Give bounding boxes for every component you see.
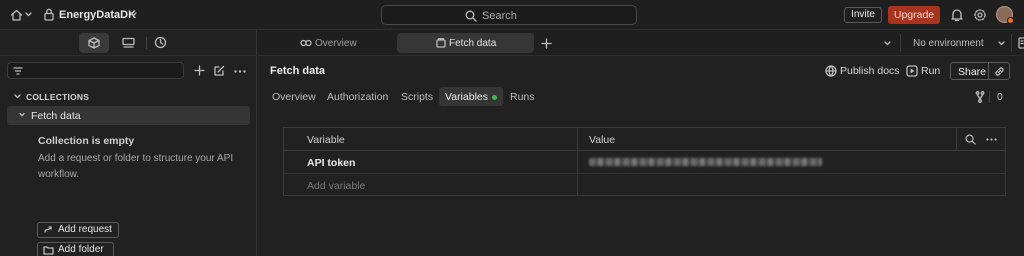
redacted-value[interactable]	[589, 158, 822, 166]
cube-icon	[88, 37, 100, 49]
chevron-down-icon[interactable]	[25, 12, 32, 17]
divider	[988, 63, 989, 79]
tab-label: Fetch data	[449, 38, 497, 49]
search-bar[interactable]: Search	[381, 5, 637, 25]
add-variable-input[interactable]: Add variable	[307, 180, 365, 192]
publish-docs-button[interactable]: Publish docs	[840, 65, 900, 77]
tab-collections[interactable]	[79, 33, 109, 53]
tab-overview[interactable]: Overview	[300, 35, 378, 51]
divider	[146, 37, 147, 49]
environment-chevron-icon[interactable]	[998, 41, 1005, 46]
subtab-authorization[interactable]: Authorization	[327, 91, 388, 103]
globe-icon	[825, 65, 837, 77]
divider	[900, 34, 901, 52]
header-value: Value	[589, 134, 616, 146]
run-button[interactable]: Run	[921, 65, 940, 77]
subtab-variables[interactable]: Variables	[439, 87, 503, 106]
fork-icon[interactable]	[975, 91, 985, 103]
empty-state-description: Add a request or folder to structure you…	[38, 153, 234, 180]
link-icon[interactable]	[994, 66, 1005, 77]
add-folder-button[interactable]: Add folder	[37, 242, 114, 256]
plus-icon[interactable]	[194, 65, 205, 76]
column-divider	[577, 128, 578, 195]
top-bar: EnergyDataDK Search Invite Upgrade	[0, 0, 1024, 30]
upgrade-button[interactable]: Upgrade	[888, 6, 940, 24]
collections-section-title: COLLECTIONS	[26, 92, 90, 102]
run-icon	[906, 65, 918, 77]
sidebar-item-label: Fetch data	[31, 110, 81, 122]
request-icon	[43, 225, 53, 235]
share-button[interactable]: Share	[950, 62, 1010, 80]
filter-icon	[13, 67, 23, 75]
workspace-chevron-icon[interactable]	[130, 12, 137, 17]
environment-select[interactable]: No environment	[913, 38, 984, 49]
tab-fetch-data[interactable]: Fetch data	[397, 33, 534, 53]
filter-input[interactable]	[7, 62, 184, 79]
header-variable: Variable	[307, 134, 345, 146]
table-row[interactable]: API token	[284, 151, 1005, 174]
environments-icon[interactable]	[122, 37, 135, 48]
tab-bar: Overview Fetch data No environment	[258, 30, 1024, 56]
new-collection-icon[interactable]	[214, 65, 225, 76]
invite-button[interactable]: Invite	[844, 7, 882, 23]
section-chevron-icon[interactable]	[14, 94, 21, 99]
more-icon[interactable]	[986, 138, 997, 141]
share-label: Share	[958, 66, 987, 78]
divider	[1011, 34, 1012, 52]
tab-label: Overview	[315, 38, 357, 49]
environment-quick-look-icon[interactable]	[1018, 37, 1024, 49]
collection-icon	[436, 38, 446, 48]
table-row[interactable]: Add variable	[284, 174, 1005, 197]
table-header: Variable Value	[284, 128, 1005, 151]
fork-count: 0	[997, 91, 1003, 103]
new-tab-plus-icon[interactable]	[541, 38, 552, 49]
bell-icon[interactable]	[951, 8, 963, 22]
history-icon[interactable]	[154, 36, 167, 49]
divider	[956, 128, 957, 151]
search-placeholder: Search	[482, 10, 517, 22]
page-title: Fetch data	[270, 65, 326, 77]
sidebar-item-fetch-data[interactable]: Fetch data	[7, 106, 250, 125]
workspace-name[interactable]: EnergyDataDK	[59, 9, 136, 21]
avatar[interactable]	[996, 6, 1014, 24]
collection-chevron-icon[interactable]	[19, 113, 25, 117]
search-icon[interactable]	[965, 134, 976, 145]
add-folder-label: Add folder	[58, 244, 104, 255]
add-request-label: Add request	[58, 224, 112, 235]
sidebar: COLLECTIONS Fetch data Collection is emp…	[0, 30, 257, 256]
search-icon	[465, 10, 477, 22]
status-badge	[1007, 17, 1014, 24]
home-icon[interactable]	[10, 9, 23, 21]
variable-name[interactable]: API token	[307, 157, 355, 169]
tabs-chevron-icon[interactable]	[884, 41, 891, 46]
more-icon[interactable]	[234, 70, 246, 73]
status-dot	[492, 95, 497, 100]
empty-state-title: Collection is empty	[38, 135, 135, 147]
gear-icon[interactable]	[973, 8, 987, 22]
subtab-runs[interactable]: Runs	[510, 91, 535, 103]
subtab-label: Variables	[445, 91, 488, 103]
divider	[989, 91, 990, 103]
add-request-button[interactable]: Add request	[37, 222, 119, 238]
subtab-overview[interactable]: Overview	[272, 91, 316, 103]
folder-icon	[43, 245, 54, 255]
variables-table: Variable Value API token Add variable	[283, 127, 1006, 196]
sidebar-tabs	[0, 30, 257, 56]
overview-icon	[300, 38, 312, 48]
lock-icon	[44, 8, 54, 21]
subtab-scripts[interactable]: Scripts	[401, 91, 433, 103]
